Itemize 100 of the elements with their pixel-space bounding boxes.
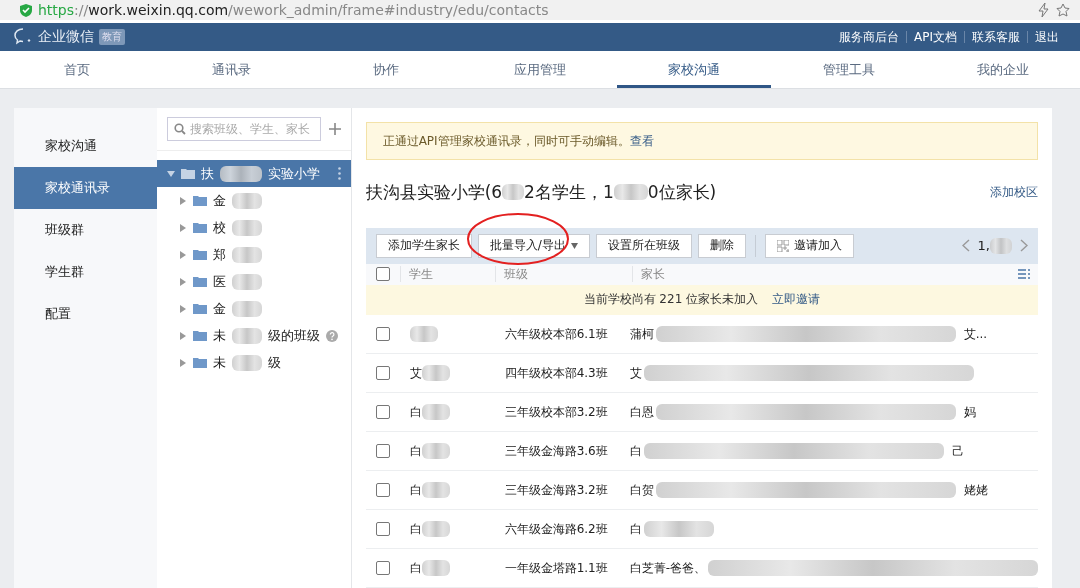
- school-title: 扶沟县实验小学(6: [365, 180, 503, 204]
- sidebar-item[interactable]: 家校通讯录: [14, 167, 157, 209]
- select-all-checkbox[interactable]: [375, 267, 390, 282]
- tree-label: 级: [267, 353, 281, 372]
- table-cell: 己: [951, 442, 964, 460]
- tree-label: 金: [212, 191, 226, 210]
- tree-label: 医: [212, 272, 226, 291]
- tree-label: 金: [212, 299, 226, 318]
- folder-icon: [192, 330, 207, 341]
- folder-icon: [192, 222, 207, 233]
- header-link[interactable]: 退出: [1027, 31, 1066, 43]
- nav-tab[interactable]: 我的企业: [925, 51, 1080, 88]
- nav-tab[interactable]: 协作: [308, 51, 463, 88]
- nav-tab[interactable]: 应用管理: [462, 51, 618, 88]
- table-cell: 一年级金塔路1.1班: [504, 559, 608, 577]
- tree-root-item[interactable]: 扶 实验小学: [156, 160, 351, 187]
- row-checkbox[interactable]: [375, 483, 390, 497]
- table-cell: 白: [629, 442, 642, 460]
- toolbar-button[interactable]: 邀请加入: [764, 233, 854, 258]
- row-checkbox[interactable]: [375, 522, 390, 536]
- next-page-icon[interactable]: [1020, 239, 1028, 253]
- invite-link[interactable]: 立即邀请: [772, 291, 821, 309]
- nav-tab[interactable]: 通讯录: [154, 51, 309, 88]
- column-settings-icon[interactable]: [1018, 269, 1030, 280]
- blur-mask: [643, 521, 714, 537]
- tree-item[interactable]: 金: [156, 295, 351, 322]
- expand-arrow-icon[interactable]: [178, 277, 187, 286]
- previous-page-icon[interactable]: [961, 239, 970, 253]
- blur-mask: [421, 365, 450, 381]
- nav-tab[interactable]: 管理工具: [771, 51, 926, 88]
- star-icon[interactable]: [1056, 3, 1070, 17]
- row-checkbox[interactable]: [375, 366, 390, 380]
- table-cell: 白贺: [629, 481, 654, 499]
- blur-mask: [421, 443, 450, 459]
- row-checkbox[interactable]: [375, 561, 390, 575]
- tree-item[interactable]: 未 级: [156, 349, 351, 376]
- more-icon[interactable]: [337, 167, 341, 180]
- expand-arrow-icon[interactable]: [178, 304, 187, 313]
- table-cell: 四年级校本部4.3班: [504, 364, 608, 382]
- expand-arrow-icon[interactable]: [178, 250, 187, 259]
- table-cell: 三年级校本部3.2班: [504, 403, 608, 421]
- toolbar-button[interactable]: 设置所在班级: [595, 233, 692, 258]
- tree-label: 未: [212, 353, 226, 372]
- toolbar-button[interactable]: 批量导入/导出: [477, 233, 590, 258]
- expand-arrow-icon[interactable]: [178, 358, 187, 367]
- tree-item[interactable]: 郑: [156, 241, 351, 268]
- table-cell: 姥姥: [963, 481, 988, 499]
- table-cell: 白: [409, 481, 422, 499]
- expand-arrow-icon[interactable]: [178, 331, 187, 340]
- help-icon[interactable]: [325, 329, 338, 342]
- collapse-arrow-icon[interactable]: [166, 169, 175, 178]
- tree-item[interactable]: 校: [156, 214, 351, 241]
- folder-icon: [192, 195, 207, 206]
- expand-arrow-icon[interactable]: [178, 223, 187, 232]
- blur-mask: [231, 192, 262, 209]
- table-cell: 艾: [629, 364, 642, 382]
- tree-item[interactable]: 未 级的班级: [156, 322, 351, 349]
- sidebar-item[interactable]: 家校沟通: [14, 125, 157, 167]
- column-header: 学生: [399, 266, 495, 283]
- row-checkbox[interactable]: [375, 405, 390, 419]
- add-icon[interactable]: [328, 123, 341, 135]
- tree-item[interactable]: 金: [156, 187, 351, 214]
- tree-label: 扶: [200, 164, 214, 183]
- blur-mask: [613, 184, 648, 201]
- blur-mask: [231, 273, 262, 290]
- folder-icon: [192, 303, 207, 314]
- expand-arrow-icon[interactable]: [178, 196, 187, 205]
- header-link[interactable]: 联系客服: [964, 31, 1027, 43]
- qr-code-icon: [776, 239, 789, 252]
- blur-mask: [502, 184, 525, 201]
- add-campus-link[interactable]: 添加校区: [990, 183, 1038, 201]
- table-cell: 白: [629, 520, 642, 538]
- row-checkbox[interactable]: [375, 444, 390, 458]
- search-field[interactable]: 搜索班级、学生、家长: [166, 117, 321, 141]
- view-link[interactable]: 查看: [629, 132, 654, 150]
- table-cell: 白芝菁-爸爸、: [629, 559, 706, 577]
- folder-icon: [192, 357, 207, 368]
- blur-mask: [231, 246, 262, 263]
- tree-label: 郑: [212, 245, 226, 264]
- caret-icon: [570, 242, 578, 249]
- notice-text: 正通过API管理家校通讯录，同时可手动编辑。: [382, 132, 630, 150]
- toolbar-button[interactable]: 删除: [697, 233, 746, 258]
- table-cell: 白: [409, 403, 422, 421]
- blur-mask: [409, 326, 438, 342]
- row-checkbox[interactable]: [375, 327, 390, 341]
- lightning-icon[interactable]: [1038, 3, 1050, 17]
- folder-icon: [192, 276, 207, 287]
- sidebar-item[interactable]: 班级群: [14, 209, 157, 251]
- sidebar-item[interactable]: 配置: [14, 293, 157, 335]
- header-link[interactable]: API文档: [906, 31, 964, 43]
- table-cell: 三年级金海路3.2班: [504, 481, 608, 499]
- shield-check-icon: [20, 3, 32, 17]
- banner-text: 当前学校尚有 221 位家长未加入: [583, 291, 759, 309]
- tree-item[interactable]: 医: [156, 268, 351, 295]
- tree-label: 未: [212, 326, 226, 345]
- nav-tab[interactable]: 首页: [0, 51, 155, 88]
- header-link[interactable]: 服务商后台: [832, 31, 906, 43]
- sidebar-item[interactable]: 学生群: [14, 251, 157, 293]
- nav-tab[interactable]: 家校沟通: [617, 51, 772, 88]
- toolbar-button[interactable]: 添加学生家长: [375, 233, 472, 258]
